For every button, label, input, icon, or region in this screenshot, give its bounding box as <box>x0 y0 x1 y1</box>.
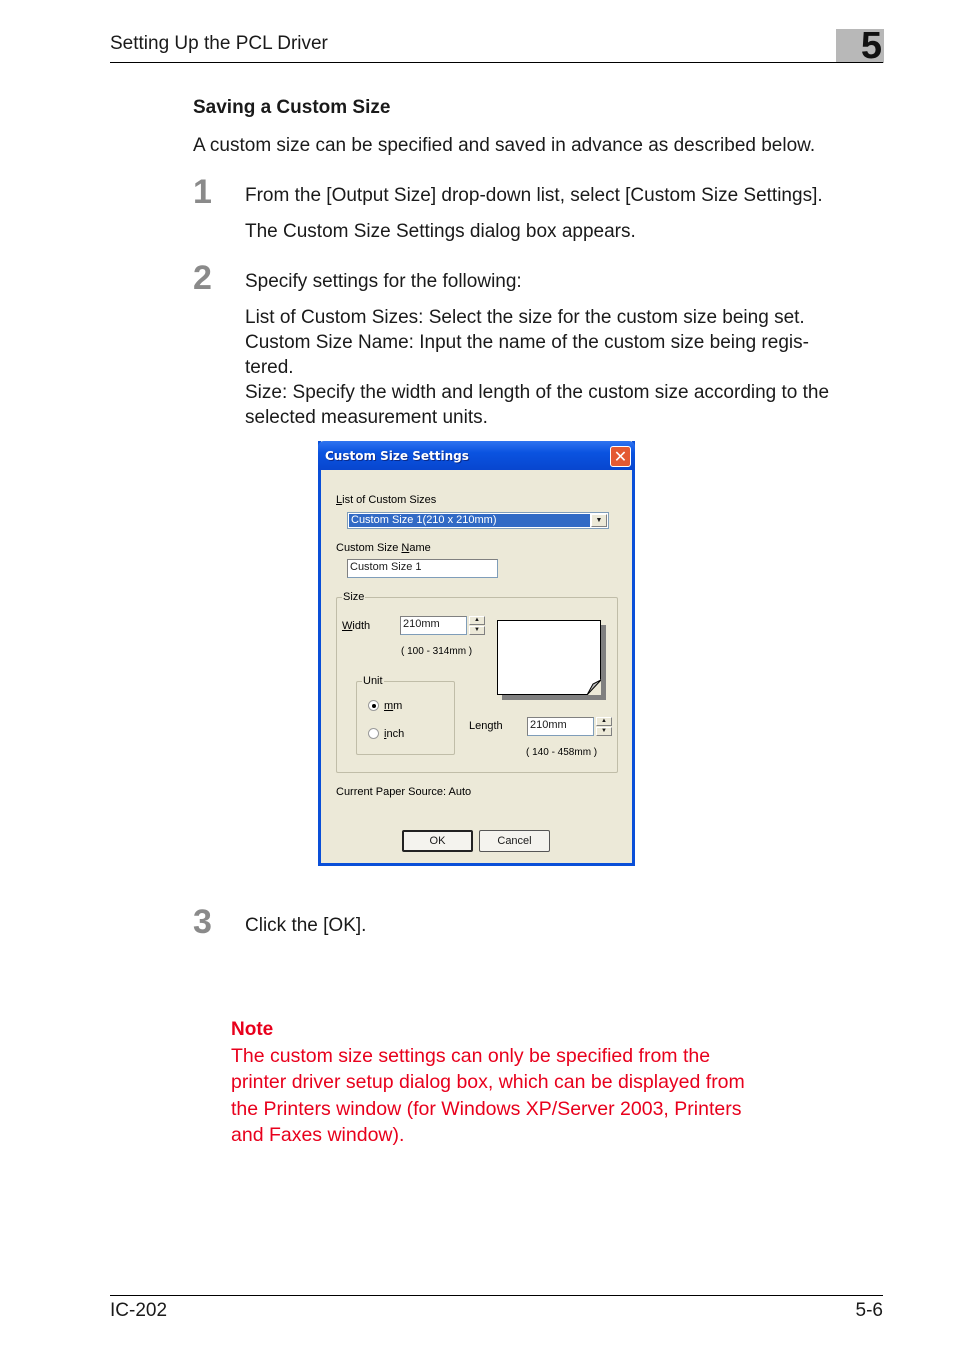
dialog-title: Custom Size Settings <box>325 449 469 463</box>
cancel-button[interactable]: Cancel <box>479 830 550 852</box>
paper-preview-icon <box>497 620 601 695</box>
label-text: ame <box>409 542 431 554</box>
label-text: Custom Size <box>336 542 402 554</box>
step-number-2: 2 <box>193 259 212 297</box>
step-3-text: Click the [OK]. <box>245 915 367 936</box>
step-1-result: The Custom Size Settings dialog box appe… <box>245 221 636 242</box>
step-2-detail: Size: Specify the width and length of th… <box>245 382 830 403</box>
width-spin-up-icon[interactable]: ▲ <box>469 616 485 625</box>
access-key: m <box>384 700 394 712</box>
label-text: ist of Custom Sizes <box>342 494 437 506</box>
running-header-title: Setting Up the PCL Driver <box>110 33 328 54</box>
length-range: ( 140 - 458mm ) <box>526 747 598 758</box>
chapter-number: 5 <box>860 25 882 67</box>
note-line: and Faxes window). <box>231 1123 405 1146</box>
access-key: W <box>342 620 353 632</box>
unit-inch-label[interactable]: inch <box>384 728 404 740</box>
width-input[interactable]: 210mm <box>400 616 467 635</box>
step-number-1: 1 <box>193 173 212 211</box>
chevron-down-icon[interactable]: ▼ <box>591 514 607 527</box>
width-range: ( 100 - 314mm ) <box>401 646 473 657</box>
length-label: Length <box>469 720 503 732</box>
length-spin-up-icon[interactable]: ▲ <box>596 717 612 726</box>
unit-mm-label[interactable]: mm <box>384 700 402 712</box>
label-text: m <box>393 700 403 712</box>
length-input[interactable]: 210mm <box>527 717 594 736</box>
note-line: the Printers window (for Windows XP/Serv… <box>231 1097 742 1120</box>
custom-size-name-input[interactable]: Custom Size 1 <box>347 559 498 578</box>
note-title: Note <box>231 1019 274 1040</box>
step-2-detail: selected measurement units. <box>245 407 488 428</box>
width-spin-down-icon[interactable]: ▼ <box>469 626 485 635</box>
label-text: idth <box>352 620 371 632</box>
list-of-custom-sizes-label: List of Custom Sizes <box>336 494 436 506</box>
width-label: Width <box>342 620 370 632</box>
step-2-lead: Specify settings for the following: <box>245 271 522 292</box>
section-intro: A custom size can be specified and saved… <box>193 135 816 156</box>
current-paper-source: Current Paper Source: Auto <box>336 786 472 798</box>
label-text: th <box>493 720 503 732</box>
footer-page-number: 5-6 <box>855 1300 883 1321</box>
unit-inch-radio[interactable] <box>368 728 379 739</box>
dropdown-selected-value: Custom Size 1(210 x 210mm) <box>349 514 590 527</box>
section-title: Saving a Custom Size <box>193 97 391 118</box>
unit-mm-radio[interactable] <box>368 700 379 711</box>
unit-group-label: Unit <box>362 675 384 687</box>
unit-groupbox <box>356 681 455 755</box>
step-2-detail: List of Custom Sizes: Select the size fo… <box>245 307 805 328</box>
step-1-text: From the [Output Size] drop-down list, s… <box>245 185 823 206</box>
close-icon[interactable]: ✕ <box>610 446 631 467</box>
footer-rule <box>110 1295 883 1296</box>
step-number-3: 3 <box>193 903 212 941</box>
step-2-detail: tered. <box>245 357 294 378</box>
note-line: printer driver setup dialog box, which c… <box>231 1071 745 1094</box>
length-spin-down-icon[interactable]: ▼ <box>596 727 612 736</box>
label-text: Len <box>469 720 488 732</box>
header-rule <box>110 62 883 63</box>
note-line: The custom size settings can only be spe… <box>231 1045 711 1067</box>
custom-size-name-label: Custom Size Name <box>336 542 431 554</box>
step-2-detail: Custom Size Name: Input the name of the … <box>245 332 809 353</box>
note-body: The custom size settings can only be spe… <box>231 1043 791 1148</box>
label-text: nch <box>386 728 405 740</box>
ok-button[interactable]: OK <box>402 830 473 852</box>
page-curl-icon <box>586 679 601 695</box>
size-group-label: Size <box>342 591 366 603</box>
footer-model: IC-202 <box>110 1300 168 1321</box>
custom-sizes-dropdown[interactable]: Custom Size 1(210 x 210mm) ▼ <box>347 512 609 529</box>
